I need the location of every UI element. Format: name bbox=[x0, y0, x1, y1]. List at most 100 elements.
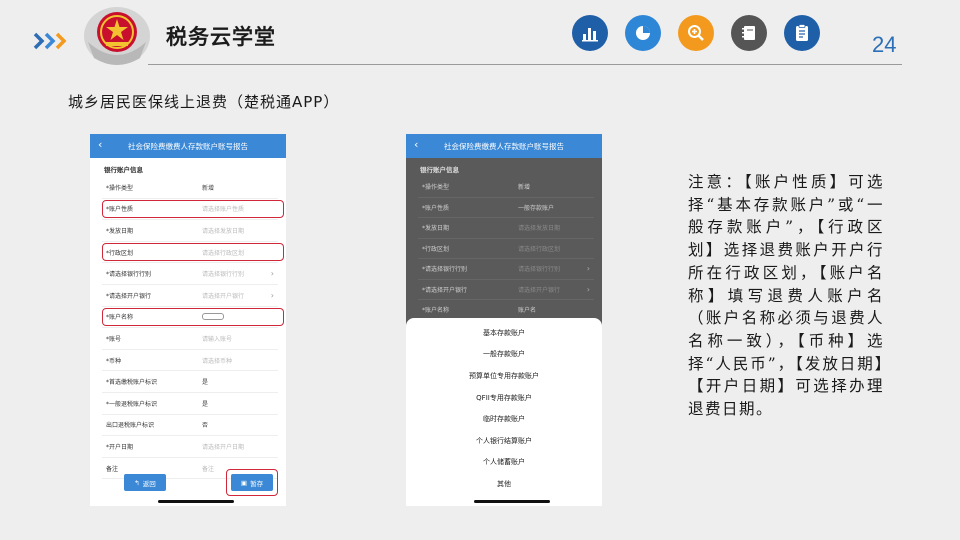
form-row-region[interactable]: *行政区划 请选择行政区划 bbox=[102, 242, 284, 264]
row-label: *首选缴税账户标识 bbox=[106, 379, 158, 387]
form-row-bank: *请选择开户银行 请选择开户银行 › bbox=[418, 280, 594, 300]
instruction-note: 注意：【账户性质】可选择“基本存款账户”或“一般存款账户”，【行政区划】选择退费… bbox=[688, 173, 884, 419]
form-row-currency[interactable]: *币种 请选择币种 bbox=[102, 350, 278, 372]
app-bar: ‹ 社会保险费缴费人存款账户账号报告 bbox=[406, 134, 602, 158]
row-label: *请选择开户银行 bbox=[106, 292, 152, 300]
back-arrow-icon[interactable]: ‹ bbox=[414, 138, 418, 151]
form-row-region: *行政区划 请选择行政区划 bbox=[418, 239, 594, 259]
picker-option[interactable]: 个人银行结算账户 bbox=[406, 430, 602, 452]
save-button-label: 暂存 bbox=[250, 479, 264, 488]
form-row-account-type[interactable]: *账户性质 请选择账户性质 bbox=[102, 199, 284, 221]
slide-subtitle: 城乡居民医保线上退费（楚税通APP） bbox=[68, 93, 340, 111]
row-label: *行政区划 bbox=[106, 249, 134, 257]
phone-screen-picker: ‹ 社会保险费缴费人存款账户账号报告 银行账户信息 *操作类型 新增 *账户性质一… bbox=[406, 134, 602, 506]
row-label: *一般退税账户标识 bbox=[106, 400, 158, 408]
chevron-right-icon: › bbox=[586, 264, 590, 274]
home-indicator bbox=[158, 500, 234, 503]
picker-option[interactable]: 其他 bbox=[406, 473, 602, 495]
form-row-preferred-tax-account[interactable]: *首选缴税账户标识 是 bbox=[102, 371, 278, 393]
row-label: *账户名称 bbox=[422, 307, 450, 315]
picker-option[interactable]: QFII专用存款账户 bbox=[406, 387, 602, 409]
zoom-in-icon[interactable] bbox=[678, 15, 714, 51]
notebook-icon[interactable] bbox=[731, 15, 767, 51]
row-value: 请选择发放日期 bbox=[518, 225, 561, 233]
picker-option[interactable]: 临时存款账户 bbox=[406, 408, 602, 430]
form-row-bank[interactable]: *请选择开户银行 请选择开户银行 › bbox=[102, 285, 278, 307]
bar-chart-icon[interactable] bbox=[572, 15, 608, 51]
chevron-right-icon: › bbox=[586, 284, 590, 294]
picker-option[interactable]: 基本存款账户 bbox=[406, 322, 602, 344]
chevron-arrows-icon bbox=[33, 32, 67, 50]
row-value: 请选择发放日期 bbox=[202, 227, 245, 235]
brand-title: 税务云学堂 bbox=[166, 24, 276, 49]
toolbar-icons bbox=[572, 15, 820, 51]
back-button-label: 返回 bbox=[142, 479, 156, 488]
row-value: 请选择行政区划 bbox=[518, 245, 561, 253]
form-row-bank-type: *请选择银行行别 请选择银行行别 › bbox=[418, 259, 594, 280]
row-label: *账户名称 bbox=[106, 314, 134, 322]
section-heading: 银行账户信息 bbox=[104, 166, 143, 174]
row-value: 请选择开户日期 bbox=[202, 443, 245, 451]
app-bar-title: 社会保险费缴费人存款账户账号报告 bbox=[128, 141, 248, 151]
form-row-issue-date: *发放日期 请选择发放日期 bbox=[418, 218, 594, 239]
back-arrow-icon: ↰ bbox=[134, 478, 140, 487]
row-value: 请选择行政区划 bbox=[202, 249, 245, 257]
picker-option[interactable]: 预算单位专用存款账户 bbox=[406, 365, 602, 387]
tax-emblem-logo bbox=[84, 7, 150, 65]
chevron-right-icon: › bbox=[270, 269, 274, 279]
row-label: *请选择银行行别 bbox=[422, 266, 468, 274]
row-label: *发放日期 bbox=[422, 225, 450, 233]
row-label: *账户性质 bbox=[106, 206, 134, 214]
row-value: 是 bbox=[202, 379, 209, 387]
row-value: 请选择开户银行 bbox=[518, 286, 561, 294]
back-button[interactable]: ↰ 返回 bbox=[124, 474, 166, 491]
section-heading: 银行账户信息 bbox=[420, 166, 459, 174]
form-row-bank-type[interactable]: *请选择银行行别 请选择银行行别 › bbox=[102, 263, 278, 285]
row-value: 请选择币种 bbox=[202, 357, 233, 365]
save-icon: ▣ bbox=[240, 478, 248, 487]
chevron-right-icon: › bbox=[270, 290, 274, 300]
picker-option[interactable]: 一般存款账户 bbox=[406, 344, 602, 366]
row-value: 否 bbox=[202, 422, 209, 430]
row-value: 新增 bbox=[518, 184, 531, 192]
row-label: *币种 bbox=[106, 357, 122, 365]
checklist-icon[interactable] bbox=[784, 15, 820, 51]
form-row-open-date[interactable]: *开户日期 请选择开户日期 bbox=[102, 436, 278, 458]
account-name-field[interactable] bbox=[202, 313, 224, 321]
form-row-account-name[interactable]: *账户名称 bbox=[102, 307, 284, 329]
form-row-account-type: *账户性质 一般存款账户 bbox=[418, 198, 594, 218]
row-value: 是 bbox=[202, 400, 209, 408]
back-arrow-icon[interactable]: ‹ bbox=[98, 138, 102, 151]
phone-screen-form: ‹ 社会保险费缴费人存款账户账号报告 银行账户信息 *操作类型 新增 *账户性质请… bbox=[90, 134, 286, 506]
action-bar: ↰ 返回 ▣ 暂存 bbox=[90, 469, 286, 496]
row-label: *请选择银行行别 bbox=[106, 271, 152, 279]
row-label: *行政区划 bbox=[422, 245, 450, 253]
row-label: 出口退税账户标识 bbox=[106, 422, 155, 430]
form-row-account-number[interactable]: *账号 请输入账号 bbox=[102, 328, 278, 350]
row-value: 请选择银行行别 bbox=[202, 271, 245, 279]
row-label: *请选择开户银行 bbox=[422, 286, 468, 294]
save-button[interactable]: ▣ 暂存 bbox=[231, 474, 273, 491]
row-value: 请选择开户银行 bbox=[202, 292, 245, 300]
row-label: *操作类型 bbox=[106, 184, 134, 192]
row-value: 新增 bbox=[202, 184, 215, 192]
row-value: 请选择账户性质 bbox=[202, 206, 245, 214]
row-label: *操作类型 bbox=[422, 184, 450, 192]
form-row-refund-account[interactable]: *一般退税账户标识 是 bbox=[102, 393, 278, 415]
form-row-operation-type[interactable]: *操作类型 新增 bbox=[102, 177, 278, 199]
picker-option[interactable]: 个人储蓄账户 bbox=[406, 452, 602, 474]
row-value: 请输入账号 bbox=[202, 335, 233, 343]
page-number: 24 bbox=[872, 32, 897, 57]
row-value: 请选择银行行别 bbox=[518, 266, 561, 274]
app-bar-title: 社会保险费缴费人存款账户账号报告 bbox=[444, 141, 564, 151]
pie-chart-icon[interactable] bbox=[625, 15, 661, 51]
form-row-issue-date[interactable]: *发放日期 请选择发放日期 bbox=[102, 220, 278, 242]
app-bar: ‹ 社会保险费缴费人存款账户账号报告 bbox=[90, 134, 286, 158]
form-row-operation-type: *操作类型 新增 bbox=[418, 177, 594, 198]
header-divider bbox=[148, 64, 902, 65]
row-value: 账户名 bbox=[518, 307, 537, 315]
form-row-export-refund-account[interactable]: 出口退税账户标识 否 bbox=[102, 415, 278, 437]
row-value: 一般存款账户 bbox=[518, 204, 555, 212]
row-label: *发放日期 bbox=[106, 227, 134, 235]
row-label: *账号 bbox=[106, 335, 122, 343]
